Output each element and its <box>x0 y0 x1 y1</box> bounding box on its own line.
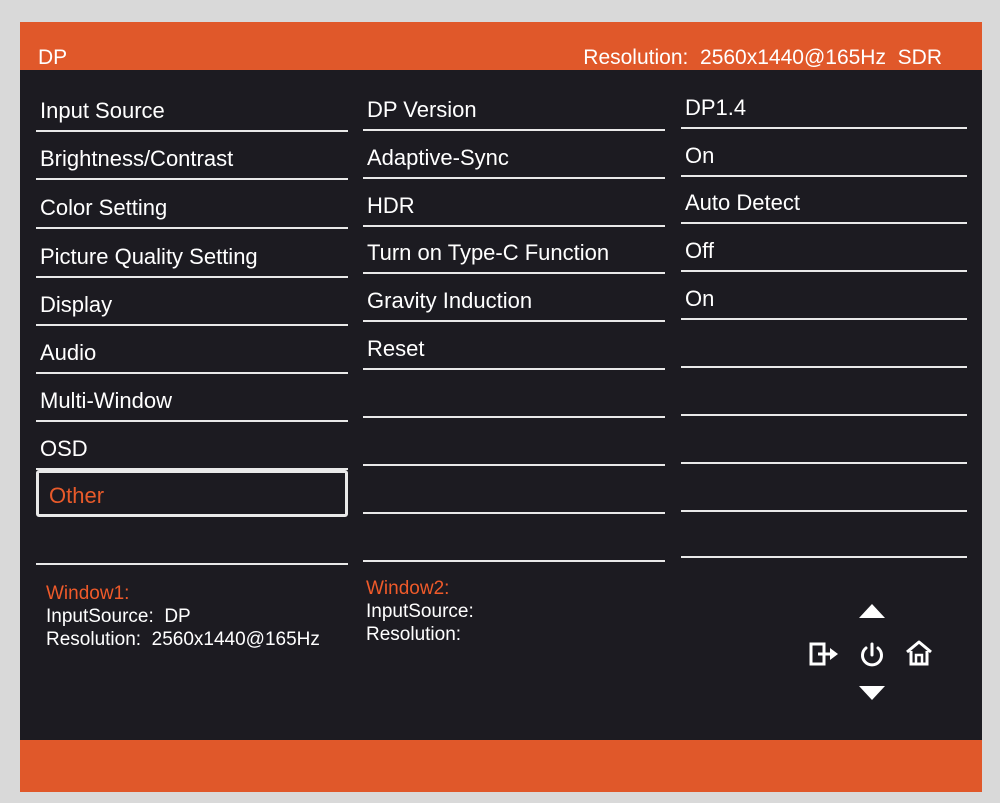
window1-resolution: Resolution: 2560x1440@165Hz <box>46 629 320 650</box>
submenu-item-gravity-induction[interactable]: Gravity Induction <box>363 276 665 322</box>
submenu-item-reset[interactable]: Reset <box>363 324 665 370</box>
value-row-empty <box>681 322 967 368</box>
submenu-item-dp-version[interactable]: DP Version <box>363 85 665 131</box>
value-row-empty <box>681 370 967 416</box>
dynamic-range: SDR <box>897 46 942 69</box>
window2-resolution: Resolution: <box>366 624 462 645</box>
footer-bar <box>20 740 982 792</box>
menu-item-display[interactable]: Display <box>36 280 348 326</box>
submenu-row-empty <box>363 468 665 514</box>
arrow-down-icon[interactable] <box>858 685 886 701</box>
value-row-empty <box>681 418 967 464</box>
window2-title: Window2: <box>366 578 450 599</box>
submenu-item-hdr[interactable]: HDR <box>363 181 665 227</box>
submenu-row-empty <box>363 372 665 418</box>
value-dp-version[interactable]: DP1.4 <box>681 83 967 129</box>
window1-input: InputSource: DP <box>46 606 191 627</box>
menu-item-picture-quality[interactable]: Picture Quality Setting <box>36 232 348 278</box>
menu-item-other[interactable]: Other <box>36 470 348 517</box>
value-gravity-induction[interactable]: On <box>681 274 967 320</box>
value-row-empty <box>681 466 967 512</box>
value-adaptive-sync[interactable]: On <box>681 131 967 177</box>
window1-info: Window1: InputSource: DP Resolution: 2560x… <box>46 582 320 651</box>
value-row-empty <box>681 512 967 558</box>
resolution-info: Resolution: 2560x1440@165Hz SDR <box>583 46 942 70</box>
menu-item-multi-window[interactable]: Multi-Window <box>36 376 348 422</box>
window2-input: InputSource: <box>366 601 474 622</box>
menu-item-input-source[interactable]: Input Source <box>36 86 348 132</box>
home-icon[interactable] <box>904 639 934 667</box>
exit-icon[interactable] <box>808 640 842 668</box>
input-source-label: DP <box>38 46 68 69</box>
submenu-item-adaptive-sync[interactable]: Adaptive-Sync <box>363 133 665 179</box>
menu-item-brightness-contrast[interactable]: Brightness/Contrast <box>36 134 348 180</box>
value-hdr[interactable]: Auto Detect <box>681 178 967 224</box>
osd-panel: DP Resolution: 2560x1440@165Hz SDR Input… <box>20 22 982 792</box>
header-bar: DP Resolution: 2560x1440@165Hz SDR <box>20 22 982 70</box>
submenu-row-empty <box>363 516 665 562</box>
window2-info: Window2: InputSource: Resolution: <box>366 577 474 646</box>
menu-item-audio[interactable]: Audio <box>36 328 348 374</box>
resolution-label: Resolution: <box>583 46 689 69</box>
submenu-row-empty <box>363 420 665 466</box>
resolution-value: 2560x1440@165Hz <box>700 46 886 69</box>
menu-item-color-setting[interactable]: Color Setting <box>36 183 348 229</box>
submenu-item-type-c[interactable]: Turn on Type-C Function <box>363 228 665 274</box>
menu-row-empty <box>36 519 348 565</box>
value-type-c[interactable]: Off <box>681 226 967 272</box>
arrow-up-icon[interactable] <box>858 603 886 619</box>
menu-item-osd[interactable]: OSD <box>36 424 348 470</box>
window1-title: Window1: <box>46 583 130 604</box>
power-icon[interactable] <box>857 640 887 670</box>
